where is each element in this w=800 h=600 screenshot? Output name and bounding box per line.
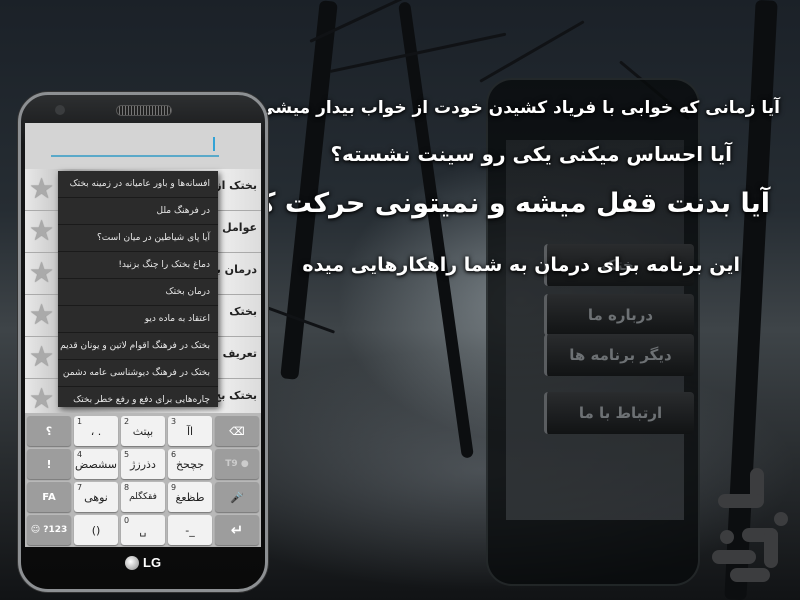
headline-3: آیا بدنت قفل میشه و نمیتونی حرکت کنی؟ [205, 188, 770, 219]
key-number: 7 [77, 483, 83, 492]
list-item-label: بختک بخ [213, 389, 257, 402]
key-9[interactable]: 9 طظعغ [168, 482, 212, 512]
key-number: 3 [171, 417, 177, 426]
key-4[interactable]: 4 سشصض [74, 449, 118, 479]
key-6[interactable]: 6 جچحخ [168, 449, 212, 479]
headline-1: آیا زمانی که خوابی با فریاد کشیدن خودت ا… [248, 98, 780, 118]
key-label: FA [42, 491, 56, 503]
keyboard-row: ؟ 1 ، . 2 بپتث 3 اآ ⌫ [27, 416, 259, 446]
suggestion-item[interactable]: بختک در فرهنگ اقوام لاتین و یونان قدیم [58, 333, 218, 360]
star-icon[interactable]: ★ [29, 385, 57, 413]
keyboard-row: ☺ ?123 () 0 ␣ -_ ↵ [27, 515, 259, 545]
autocomplete-dropdown: افسانه‌ها و باور عامیانه در زمینه بختک د… [58, 171, 218, 407]
key-label: () [91, 523, 101, 537]
key-5[interactable]: 5 دذرزژ [121, 449, 165, 479]
suggestion-item[interactable]: افسانه‌ها و باور عامیانه در زمینه بختک [58, 171, 218, 198]
backspace-icon: ⌫ [229, 424, 245, 438]
key-label: جچحخ [175, 457, 205, 471]
phone-mockup: ★ بختک از ★ عوامل ا ★ درمان بخ ★ بختک ★ تعریف… [18, 92, 268, 592]
tree-branch [479, 20, 585, 83]
text-cursor [213, 137, 215, 151]
list-item-label: عوامل ا [214, 221, 257, 234]
key-label: -_ [185, 523, 195, 537]
suggestion-item[interactable]: دماغ بختک را چنگ بزنید! [58, 252, 218, 279]
microphone-icon: 🎤 [230, 490, 244, 504]
headline-2: آیا احساس میکنی یکی رو سینت نشسته؟ [330, 142, 732, 166]
enter-icon: ↵ [230, 521, 244, 539]
key-label: ؟ [45, 424, 53, 438]
lg-logo-icon [125, 555, 139, 570]
key-label: سشصض [74, 457, 118, 471]
key-3[interactable]: 3 اآ [168, 416, 212, 446]
language-key[interactable]: FA [27, 482, 71, 512]
keyboard-row: ! 4 سشصض 5 دذرزژ 6 جچحخ T9 ● [27, 449, 259, 479]
space-key[interactable]: 0 ␣ [121, 515, 165, 545]
key-number: 1 [77, 417, 83, 426]
key-label: ☺ ?123 [30, 525, 68, 535]
key-dash[interactable]: -_ [168, 515, 212, 545]
bazaar-logo-icon [712, 462, 792, 582]
key-label: طظعغ [175, 490, 205, 504]
front-camera-icon [55, 105, 65, 115]
phone-screen: ★ بختک از ★ عوامل ا ★ درمان بخ ★ بختک ★ تعریف… [25, 123, 261, 547]
star-icon[interactable]: ★ [29, 217, 57, 245]
t9-toggle-key[interactable]: T9 ● [215, 449, 259, 479]
key-2[interactable]: 2 بپتث [121, 416, 165, 446]
search-bar [25, 123, 261, 169]
key-label: ! [46, 457, 52, 471]
list-item-label: بختک [229, 305, 257, 318]
headline-4: این برنامه برای درمان به شما راهکارهایی … [302, 254, 740, 276]
ghost-menu-item: ارتباط با ما [544, 392, 694, 434]
enter-key[interactable]: ↵ [215, 515, 259, 545]
t9-icon: T9 ● [225, 459, 249, 469]
key-label: نوهی [84, 490, 108, 504]
ghost-menu-item: دیگر برنامه ها [544, 334, 694, 376]
key-label: ، . [90, 424, 102, 438]
suggestion-item[interactable]: درمان بختک [58, 279, 218, 306]
keyboard-row: FA 7 نوهی 8 فقکگلم 9 طظعغ 🎤 [27, 482, 259, 512]
key-label: دذرزژ [130, 457, 156, 471]
brand-logo: LG [125, 555, 161, 570]
suggestion-item[interactable]: اعتقاد به ماده دیو [58, 306, 218, 333]
space-icon: ␣ [139, 523, 147, 537]
suggestion-item[interactable]: بختک در فرهنگ دیوشناسی عامه دشمن [58, 360, 218, 387]
key-question[interactable]: ؟ [27, 416, 71, 446]
star-icon[interactable]: ★ [29, 301, 57, 329]
key-8[interactable]: 8 فقکگلم [121, 482, 165, 512]
backspace-key[interactable]: ⌫ [215, 416, 259, 446]
key-number: 2 [124, 417, 130, 426]
brand-name: LG [143, 555, 162, 570]
key-parentheses[interactable]: () [74, 515, 118, 545]
key-label: فقکگلم [129, 492, 157, 502]
key-label: اآ [186, 424, 194, 438]
earpiece-speaker [116, 105, 172, 116]
key-7[interactable]: 7 نوهی [74, 482, 118, 512]
key-label: بپتث [132, 424, 154, 438]
t9-keyboard: ؟ 1 ، . 2 بپتث 3 اآ ⌫ ! 4 سشصض 5 دذرزژ 6 جچحخ … [25, 413, 261, 547]
symbols-key[interactable]: ☺ ?123 [27, 515, 71, 545]
suggestion-item[interactable]: چاره‌هایی برای دفع و رفع خطر بختک [58, 387, 218, 407]
key-1[interactable]: 1 ، . [74, 416, 118, 446]
key-number: 6 [171, 450, 177, 459]
key-number: 9 [171, 483, 177, 492]
key-number: 5 [124, 450, 130, 459]
star-icon[interactable]: ★ [29, 259, 57, 287]
key-exclamation[interactable]: ! [27, 449, 71, 479]
tree-trunk [398, 1, 474, 459]
suggestion-item[interactable]: آیا پای شیاطین در میان است؟ [58, 225, 218, 252]
key-number: 0 [124, 516, 130, 525]
key-number: 4 [77, 450, 83, 459]
suggestion-item[interactable]: در فرهنگ ملل [58, 198, 218, 225]
ghost-menu-item: درباره ما [544, 294, 694, 336]
star-icon[interactable]: ★ [29, 175, 57, 203]
list-item-label: بختک از [215, 179, 257, 192]
voice-input-key[interactable]: 🎤 [215, 482, 259, 512]
star-icon[interactable]: ★ [29, 343, 57, 371]
key-number: 8 [124, 483, 130, 492]
search-input[interactable] [51, 135, 219, 157]
